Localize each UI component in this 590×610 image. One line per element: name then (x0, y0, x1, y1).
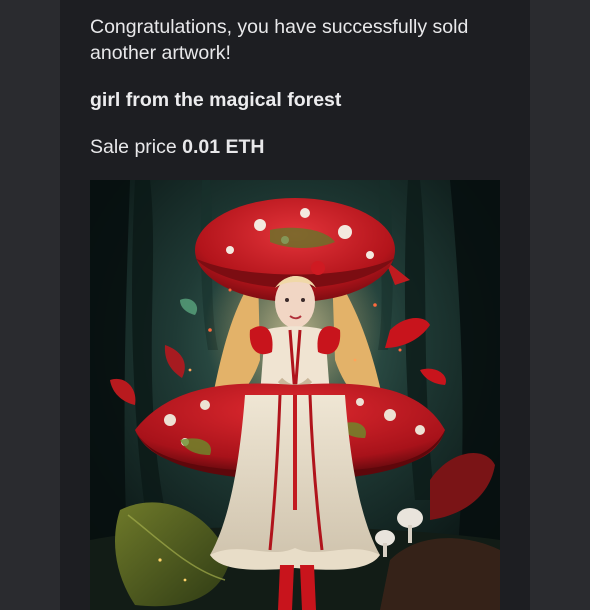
sale-price-amount: 0.01 (182, 136, 221, 158)
sale-price-label: Sale price (90, 136, 177, 158)
sale-price-value: 0.01 ETH (182, 136, 264, 158)
congratulations-message: Congratulations, you have successfully s… (90, 16, 469, 64)
sale-price-currency: ETH (225, 136, 265, 158)
email-card: Congratulations, you have successfully s… (60, 0, 530, 610)
sale-price-line: Sale price 0.01 ETH (90, 134, 265, 160)
artwork-image[interactable] (90, 180, 500, 610)
left-gutter (0, 0, 60, 610)
right-gutter (530, 0, 590, 610)
artwork-title: girl from the magical forest (90, 89, 342, 111)
